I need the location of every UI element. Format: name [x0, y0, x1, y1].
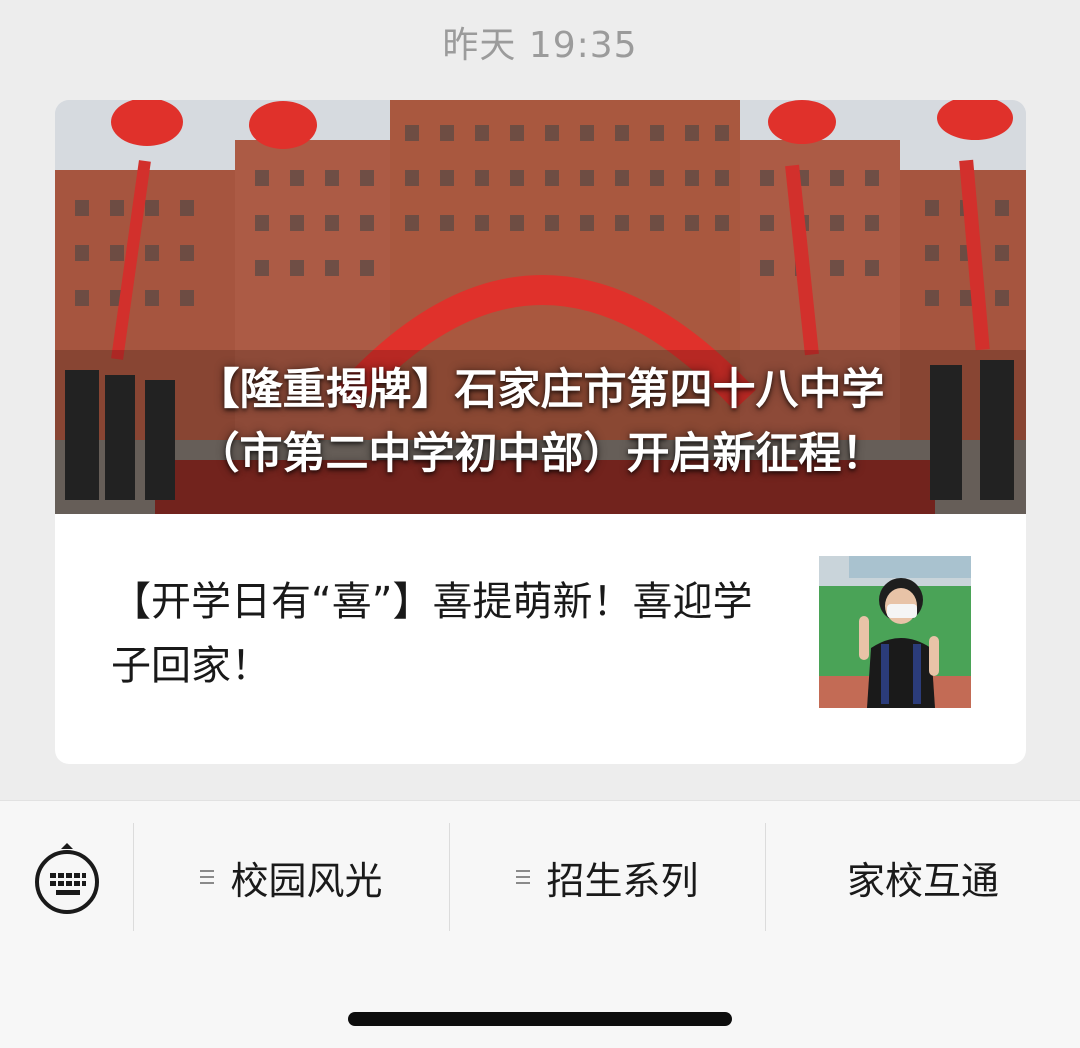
menu-item-enrollment[interactable]: 招生系列	[450, 823, 765, 931]
hero-article-title: 【隆重揭牌】石家庄市第四十八中学 （市第二中学初中部）开启新征程！	[55, 358, 1026, 486]
hero-title-line-2: （市第二中学初中部）开启新征程！	[196, 429, 885, 479]
article-thumbnail	[819, 556, 971, 708]
menu-item-label: 校园风光	[230, 858, 383, 903]
chat-page: 昨天 19:35 【隆重揭牌】石家庄市第四十八中学 （市第二中学初中部）开启新征…	[0, 0, 1080, 1048]
menu-item-label: 家校互通	[846, 858, 999, 903]
submenu-icon	[516, 866, 531, 888]
article-item[interactable]: 【开学日有“喜”】喜提萌新！喜迎学子回家！	[55, 514, 1026, 764]
hero-title-line-1: 【隆重揭牌】石家庄市第四十八中学	[196, 365, 885, 415]
menu-item-home-school[interactable]: 家校互通	[766, 823, 1080, 931]
submenu-icon	[200, 866, 215, 888]
menu-item-label: 招生系列	[546, 858, 699, 903]
article-title: 【开学日有“喜”】喜提萌新！喜迎学子回家！	[111, 579, 753, 689]
student-photo	[819, 556, 971, 708]
keyboard-toggle-button[interactable]	[30, 841, 104, 915]
menu-item-campus-scenery[interactable]: 校园风光	[134, 823, 449, 931]
message-timestamp: 昨天 19:35	[442, 25, 638, 66]
home-indicator[interactable]	[348, 1012, 732, 1026]
article-card: 【隆重揭牌】石家庄市第四十八中学 （市第二中学初中部）开启新征程！ 【开学日有“…	[55, 100, 1026, 764]
keyboard-icon	[35, 843, 99, 914]
bottom-menu-bar: 校园风光 招生系列 家校互通	[0, 800, 1080, 1048]
hero-article[interactable]: 【隆重揭牌】石家庄市第四十八中学 （市第二中学初中部）开启新征程！	[55, 100, 1026, 514]
